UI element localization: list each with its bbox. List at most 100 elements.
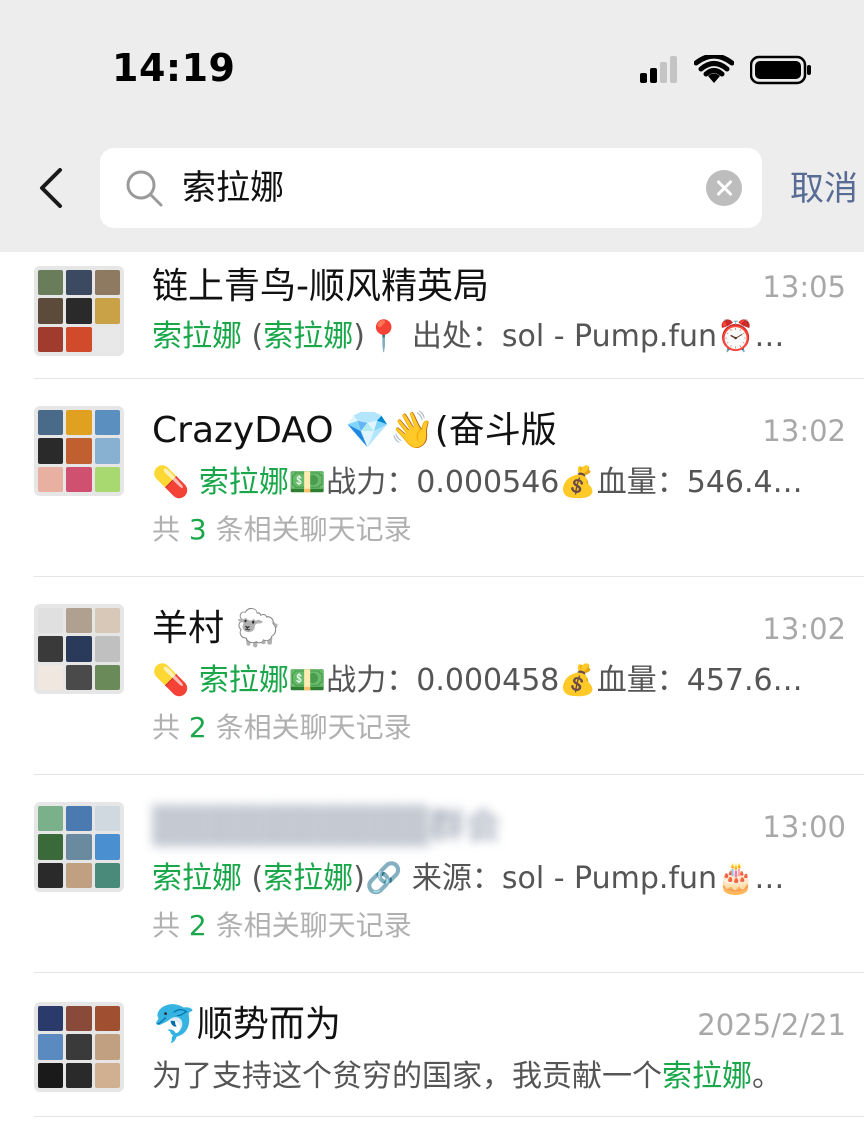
status-time: 14:19 [112, 46, 236, 90]
avatar-tile [38, 636, 64, 662]
avatar-tile [94, 1062, 120, 1088]
related-records-count: 共 2 条相关聊天记录 [152, 906, 412, 946]
group-avatar [34, 1002, 124, 1092]
avatar-tile [66, 834, 92, 860]
chat-time: 13:02 [762, 612, 846, 646]
avatar-tile [66, 608, 92, 634]
avatar-tile [94, 410, 120, 436]
group-avatar [34, 604, 124, 694]
chat-snippet: 💊 索拉娜💵战力：0.000458💰血量：457.6… [152, 660, 812, 702]
related-records-count: 共 3 条相关聊天记录 [152, 510, 412, 550]
avatar-tile [38, 806, 64, 832]
search-icon [126, 170, 163, 207]
avatar-tile [94, 1006, 120, 1032]
cancel-button[interactable]: 取消 [790, 166, 858, 212]
divider [34, 576, 864, 577]
keyword-highlight: 索拉娜 [152, 319, 242, 354]
avatar-tile [38, 270, 64, 296]
search-input[interactable]: 索拉娜 [182, 166, 284, 210]
clear-search-icon[interactable] [706, 170, 742, 206]
avatar-tile [38, 326, 64, 352]
divider [34, 1116, 864, 1117]
keyword-highlight: 索拉娜 [662, 1059, 752, 1094]
chat-title: ▒▒▒▒▒▒▒▒▒▒群会 [152, 806, 501, 847]
avatar-tile [94, 438, 120, 464]
avatar-tile [94, 326, 120, 352]
count-text: 条相关聊天记录 [206, 711, 412, 744]
count-text: 共 [152, 513, 189, 546]
avatar-tile [38, 1062, 64, 1088]
avatar-tile [94, 270, 120, 296]
divider [34, 972, 864, 973]
group-avatar [34, 266, 124, 356]
snippet-text: 。 [752, 1059, 782, 1094]
avatar-tile [66, 298, 92, 324]
wifi-icon [694, 55, 734, 83]
chat-title: 链上青鸟-顺风精英局 [152, 266, 489, 307]
count-number: 3 [188, 513, 207, 546]
avatar-tile [38, 1006, 64, 1032]
snippet-text: )📍 出处：sol - Pump.fun⏰… [353, 319, 785, 354]
chat-result-item[interactable]: 羊村 🐑 13:02 💊 索拉娜💵战力：0.000458💰血量：457.6… 共… [0, 578, 864, 776]
avatar-tile [66, 636, 92, 662]
avatar-tile [94, 664, 120, 690]
avatar-tile [94, 834, 120, 860]
chat-title: CrazyDAO 💎👋(奋斗版 [152, 410, 557, 451]
snippet-text: 为了支持这个贫穷的国家，我贡献一个 [152, 1059, 662, 1094]
avatar-tile [66, 410, 92, 436]
avatar-tile [38, 298, 64, 324]
avatar-tile [94, 1034, 120, 1060]
keyword-highlight: 索拉娜 [152, 861, 242, 896]
chat-result-item[interactable]: ▒▒▒▒▒▒▒▒▒▒群会 13:00 索拉娜 (索拉娜)🔗 来源：sol - P… [0, 776, 864, 974]
avatar-tile [38, 862, 64, 888]
search-box[interactable]: 索拉娜 [100, 148, 762, 228]
chat-time: 13:00 [762, 810, 846, 844]
keyword-highlight: 索拉娜 [263, 319, 354, 354]
keyword-highlight: 索拉娜 [198, 663, 289, 698]
chat-snippet: 为了支持这个贫穷的国家，我贡献一个索拉娜。 [152, 1056, 812, 1098]
snippet-text: ( [242, 861, 264, 896]
chat-result-item[interactable]: 链上青鸟-顺风精英局 13:05 索拉娜 (索拉娜)📍 出处：sol - Pum… [0, 252, 864, 380]
snippet-text: 💊 [152, 663, 199, 698]
chat-snippet: 索拉娜 (索拉娜)📍 出处：sol - Pump.fun⏰… [152, 316, 812, 358]
avatar-tile [66, 438, 92, 464]
avatar-tile [66, 326, 92, 352]
status-icons [638, 50, 812, 90]
cellular-signal-icon [640, 56, 677, 83]
avatar-tile [38, 664, 64, 690]
avatar-tile [94, 806, 120, 832]
avatar-tile [38, 466, 64, 492]
avatar-tile [66, 1006, 92, 1032]
avatar-tile [66, 1062, 92, 1088]
snippet-text: 💵战力：0.000458💰血量：457.6… [288, 663, 803, 698]
avatar-tile [94, 636, 120, 662]
avatar-tile [94, 466, 120, 492]
snippet-text: 💊 [152, 465, 199, 500]
chat-snippet: 索拉娜 (索拉娜)🔗 来源：sol - Pump.fun🎂… [152, 858, 812, 900]
chat-result-item[interactable]: CrazyDAO 💎👋(奋斗版 13:02 💊 索拉娜💵战力：0.000546💰… [0, 380, 864, 578]
divider [34, 378, 864, 379]
snippet-text: ( [242, 319, 264, 354]
related-records-count: 共 2 条相关聊天记录 [152, 708, 412, 748]
count-text: 条相关聊天记录 [206, 513, 412, 546]
avatar-tile [38, 1034, 64, 1060]
count-number: 2 [188, 711, 207, 744]
group-avatar [34, 802, 124, 892]
chat-title: 🐬顺势而为 [152, 1004, 341, 1045]
count-text: 共 [152, 909, 189, 942]
count-text: 条相关聊天记录 [206, 909, 412, 942]
back-icon[interactable] [34, 168, 70, 208]
chat-result-item[interactable]: 🐬顺势而为 2025/2/21 为了支持这个贫穷的国家，我贡献一个索拉娜。 [0, 974, 864, 1120]
avatar-tile [94, 862, 120, 888]
chat-time: 13:05 [762, 270, 846, 304]
avatar-tile [66, 1034, 92, 1060]
keyword-highlight: 索拉娜 [263, 861, 354, 896]
avatar-tile [66, 862, 92, 888]
chat-snippet: 💊 索拉娜💵战力：0.000546💰血量：546.4… [152, 462, 812, 504]
count-number: 2 [188, 909, 207, 942]
avatar-tile [66, 664, 92, 690]
group-avatar [34, 406, 124, 496]
avatar-tile [66, 806, 92, 832]
avatar-tile [38, 438, 64, 464]
top-bar: 14:19 索拉娜 取消 [0, 0, 864, 252]
